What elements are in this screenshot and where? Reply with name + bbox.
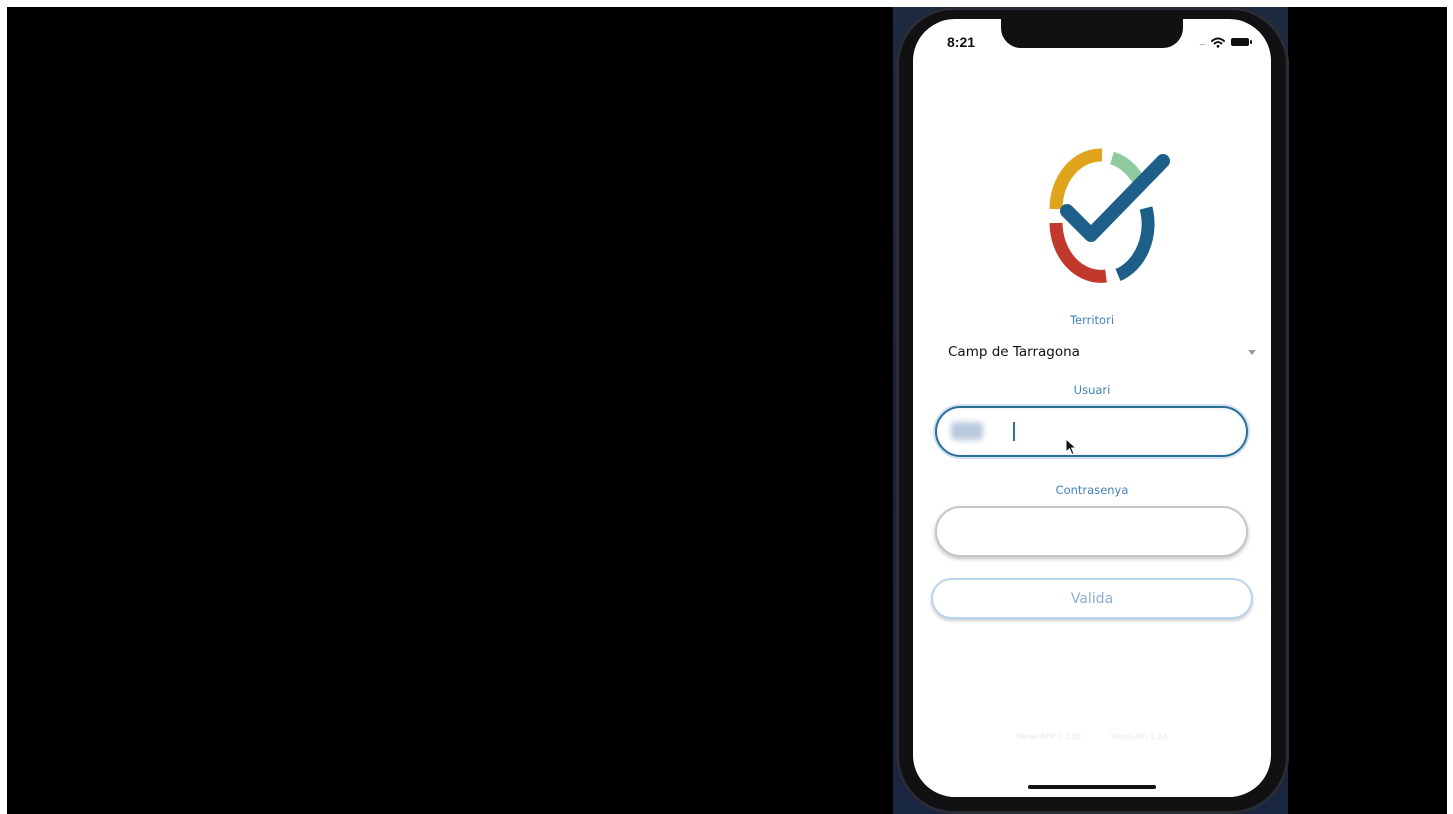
version-info: Versió APP 0.2.16 Versió API 1.3.6: [913, 732, 1271, 741]
text-caret: [1013, 422, 1015, 441]
mouse-pointer-icon: [1065, 438, 1078, 456]
app-logo: [1049, 148, 1170, 283]
api-version: Versió API 1.3.6: [1110, 732, 1168, 741]
password-input[interactable]: [935, 506, 1248, 557]
user-label: Usuari: [1073, 383, 1111, 397]
home-indicator[interactable]: [1028, 785, 1156, 789]
wifi-icon: [1211, 37, 1225, 48]
territory-select[interactable]: Camp de Tarragona: [948, 340, 1258, 364]
status-time: 8:21: [947, 34, 976, 50]
signal-icon: ....: [1198, 37, 1206, 47]
redacted-user-value: [951, 422, 983, 440]
chevron-down-icon: [1248, 349, 1256, 355]
user-input[interactable]: [935, 406, 1248, 457]
app-version: Versió APP 0.2.16: [1016, 732, 1081, 741]
territory-label: Territori: [1069, 313, 1115, 327]
battery-icon: [1231, 38, 1252, 46]
territory-value: Camp de Tarragona: [948, 344, 1080, 360]
status-icons: ....: [1198, 36, 1252, 48]
validate-button[interactable]: Valida: [931, 578, 1253, 619]
phone-screen: 8:21 .... Territori Camp de Tarragona Us…: [913, 19, 1271, 797]
notch: [1001, 19, 1183, 48]
password-label: Contrasenya: [1055, 483, 1129, 497]
